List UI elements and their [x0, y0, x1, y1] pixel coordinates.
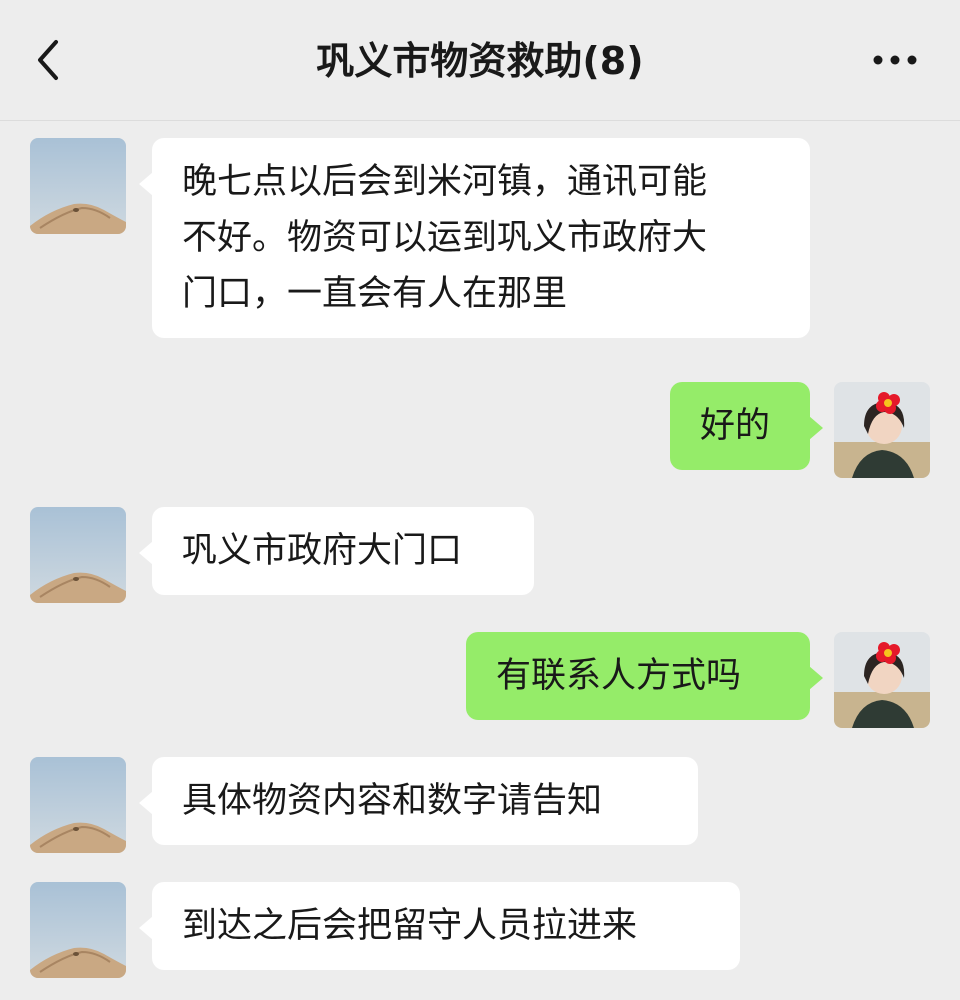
bubble-tail: [139, 172, 153, 196]
message-bubble[interactable]: 到达之后会把留守人员拉进来: [139, 882, 740, 970]
bubble-tail: [139, 791, 153, 815]
message-text: 晚七点以后会到米河镇，通讯可能: [182, 162, 708, 202]
user-photo-avatar[interactable]: [834, 382, 930, 478]
message-text: 具体物资内容和数字请告知: [182, 781, 603, 821]
sand-mound-avatar[interactable]: [30, 138, 126, 234]
message-text: 门口，一直会有人在那里: [182, 274, 568, 314]
message-text: 不好。物资可以运到巩义市政府大: [182, 218, 708, 258]
message-bubble[interactable]: 具体物资内容和数字请告知: [139, 757, 698, 845]
message-text: 好的: [700, 406, 771, 446]
sand-mound-avatar[interactable]: [30, 757, 126, 853]
message-bubble[interactable]: 晚七点以后会到米河镇，通讯可能 不好。物资可以运到巩义市政府大 门口，一直会有人…: [139, 138, 810, 338]
bubble-tail: [809, 666, 823, 690]
message-bubble[interactable]: 好的: [670, 382, 823, 470]
message-bubble[interactable]: 有联系人方式吗: [466, 632, 823, 720]
user-photo-avatar[interactable]: [834, 632, 930, 728]
more-button[interactable]: [870, 48, 920, 72]
message-bubble[interactable]: 巩义市政府大门口: [139, 507, 534, 595]
sand-mound-avatar[interactable]: [30, 507, 126, 603]
bubble-tail: [139, 916, 153, 940]
message-text: 有联系人方式吗: [496, 656, 742, 696]
message-text: 到达之后会把留守人员拉进来: [182, 906, 638, 946]
chat-header: 巩义市物资救助(8): [0, 0, 960, 121]
chat-title: 巩义市物资救助(8): [316, 39, 644, 83]
bubble-tail: [809, 416, 823, 440]
bubble-tail: [139, 541, 153, 565]
message-text: 巩义市政府大门口: [182, 531, 463, 571]
ellipsis-icon: [873, 55, 917, 65]
sand-mound-avatar[interactable]: [30, 882, 126, 978]
